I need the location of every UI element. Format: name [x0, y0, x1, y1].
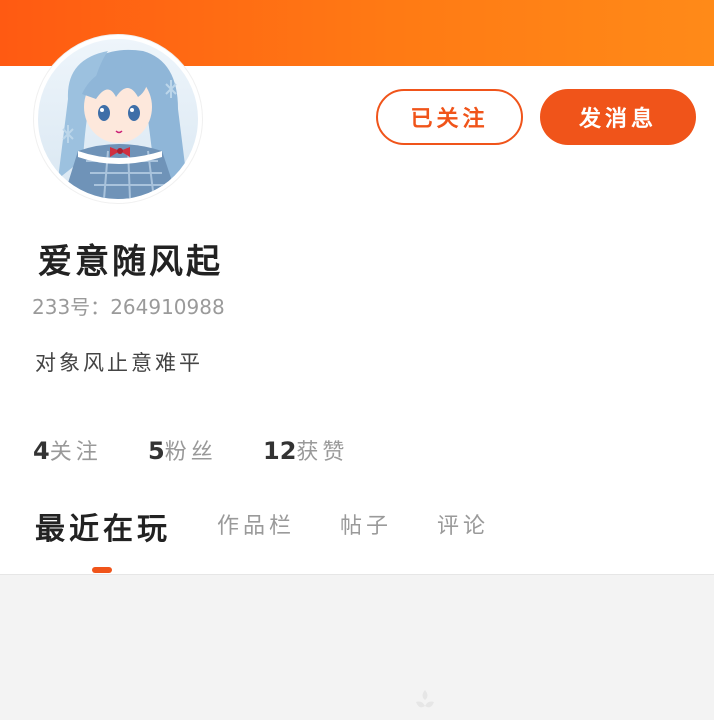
stat-followers-count: 5 [148, 437, 165, 465]
user-avatar[interactable] [34, 35, 202, 203]
stat-likes: 12获赞 [263, 434, 348, 466]
tab-posts[interactable]: 帖子 [340, 508, 392, 540]
send-message-button-label: 发消息 [578, 107, 657, 132]
avatar-image [38, 39, 198, 199]
stat-following-label: 关注 [49, 440, 102, 465]
stat-following[interactable]: 4关注 [33, 434, 102, 466]
profile-tabs: 最近在玩 作品栏 帖子 评论 [0, 508, 714, 568]
following-button-label: 已关注 [410, 107, 489, 132]
stat-likes-count: 12 [263, 437, 297, 465]
stat-following-count: 4 [33, 437, 50, 465]
loading-icon [416, 690, 434, 708]
stat-followers-label: 粉丝 [164, 440, 217, 465]
tab-recently-played[interactable]: 最近在玩 [35, 504, 171, 548]
tab-works[interactable]: 作品栏 [217, 508, 295, 540]
send-message-button[interactable]: 发消息 [540, 89, 696, 145]
stat-likes-label: 获赞 [296, 440, 349, 465]
user-id: 233号：264910988 [32, 291, 225, 320]
username: 爱意随风起 [38, 242, 223, 282]
following-button[interactable]: 已关注 [376, 89, 523, 145]
user-bio: 对象风止意难平 [35, 351, 203, 375]
tab-comments[interactable]: 评论 [437, 508, 489, 540]
stat-followers[interactable]: 5粉丝 [148, 434, 217, 466]
user-id-label: 233号： [32, 295, 111, 319]
user-id-value: 264910988 [110, 295, 225, 319]
active-tab-indicator [92, 567, 112, 573]
